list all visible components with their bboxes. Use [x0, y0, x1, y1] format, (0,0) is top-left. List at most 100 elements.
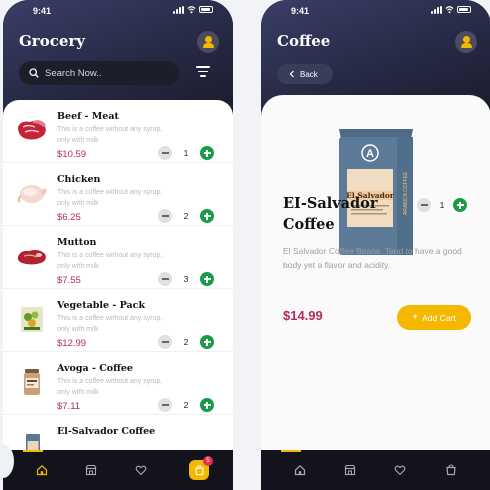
product-detail-screen: 9:41 Coffee Back A El Salvador ARABICA C… — [261, 0, 490, 490]
add-cart-button[interactable]: + Add Cart — [397, 305, 471, 330]
minus-icon[interactable] — [417, 198, 431, 212]
home-icon[interactable] — [36, 464, 48, 476]
minus-icon[interactable] — [158, 398, 172, 412]
list-item[interactable]: El-Salvador Coffee — [3, 415, 233, 450]
quantity-stepper: 3 — [158, 272, 214, 286]
item-price: $10.59 — [57, 149, 87, 160]
search-bar[interactable] — [19, 61, 179, 85]
item-description: This is a coffee without any syrup, only… — [57, 252, 163, 270]
active-tab-indicator — [23, 450, 43, 452]
cart-icon[interactable] — [445, 464, 457, 476]
battery-icon — [457, 6, 471, 13]
product-list: Beef - Meat This is a coffee without any… — [3, 100, 233, 450]
signal-icon — [173, 5, 184, 14]
mutton-image — [17, 250, 46, 265]
back-button[interactable]: Back — [277, 64, 333, 84]
status-bar: 9:41 — [261, 0, 490, 22]
chicken-image — [17, 185, 47, 203]
store-icon[interactable] — [344, 464, 356, 476]
bag-side-text: ARABICA COFFEE — [403, 171, 409, 215]
item-name: Mutton — [57, 237, 97, 248]
coffee-bag-image: A El Salvador ARABICA COFFEE — [339, 129, 413, 255]
list-item[interactable]: Beef - Meat This is a coffee without any… — [3, 100, 233, 163]
list-item[interactable]: Avoga - Coffee This is a coffee without … — [3, 352, 233, 415]
item-price: $7.55 — [57, 275, 81, 286]
quantity-stepper: 1 — [417, 198, 467, 212]
battery-icon — [199, 6, 213, 13]
search-icon — [29, 68, 39, 78]
cart-count-badge: 5 — [203, 456, 213, 466]
quantity-stepper: 2 — [158, 209, 214, 223]
bag-logo: A — [366, 148, 374, 160]
vegetable-pack-image — [21, 307, 43, 332]
item-description: This is a coffee without any syrup, only… — [57, 315, 163, 333]
wifi-icon — [445, 6, 454, 14]
bottom-navigation: 5 — [3, 450, 233, 490]
minus-icon[interactable] — [158, 272, 172, 286]
quantity-stepper: 2 — [158, 398, 214, 412]
status-time: 9:41 — [33, 6, 52, 16]
quantity-stepper: 2 — [158, 335, 214, 349]
quantity-stepper: 1 — [158, 146, 214, 160]
plus-icon[interactable] — [453, 198, 467, 212]
quantity-value: 1 — [183, 148, 189, 158]
quantity-value: 2 — [183, 337, 189, 347]
profile-avatar[interactable] — [455, 31, 477, 53]
heart-icon[interactable] — [394, 464, 406, 476]
plus-icon[interactable] — [200, 272, 214, 286]
status-bar: 9:41 — [3, 0, 233, 22]
product-description: El Salvador Coffee Beans. Tend to have a… — [283, 246, 462, 270]
page-title: Grocery — [19, 32, 86, 50]
item-name: Vegetable - Pack — [57, 300, 146, 311]
profile-avatar[interactable] — [197, 31, 219, 53]
quantity-value: 1 — [439, 200, 445, 210]
item-price: $6.25 — [57, 212, 81, 223]
plus-icon[interactable] — [200, 398, 214, 412]
product-name: EI-Salvador Coffee — [283, 195, 378, 233]
back-label: Back — [300, 69, 318, 79]
search-input[interactable] — [45, 67, 165, 79]
coffee-bag-image — [26, 434, 40, 450]
item-name: El-Salvador Coffee — [57, 426, 156, 437]
wifi-icon — [187, 6, 196, 14]
quantity-value: 2 — [183, 211, 189, 221]
minus-icon[interactable] — [158, 335, 172, 349]
minus-icon[interactable] — [158, 146, 172, 160]
item-description: This is a coffee without any syrup, only… — [57, 126, 163, 144]
quantity-value: 3 — [183, 274, 189, 284]
grocery-screen: 9:41 Grocery Beef - Meat This is a coffe… — [3, 0, 233, 490]
status-time: 9:41 — [291, 6, 310, 16]
quantity-value: 2 — [183, 400, 189, 410]
coffee-jar-image — [24, 369, 40, 395]
plus-icon[interactable] — [200, 209, 214, 223]
add-cart-label: Add Cart — [422, 312, 456, 323]
bottom-navigation — [261, 450, 490, 490]
store-icon[interactable] — [85, 464, 97, 476]
item-price: $12.99 — [57, 338, 87, 349]
product-price: $14.99 — [283, 308, 323, 323]
home-icon[interactable] — [294, 464, 306, 476]
item-price: $7.11 — [57, 401, 81, 412]
plus-icon: + — [412, 312, 419, 323]
cart-button[interactable]: 5 — [189, 456, 213, 480]
list-item[interactable]: Vegetable - Pack This is a coffee withou… — [3, 289, 233, 352]
product-detail-card: A El Salvador ARABICA COFFEE EI-Salvador… — [261, 95, 490, 450]
signal-icon — [431, 5, 442, 14]
cart-icon — [194, 464, 204, 475]
list-item[interactable]: Mutton This is a coffee without any syru… — [3, 226, 233, 289]
item-name: Avoga - Coffee — [57, 363, 133, 374]
heart-icon[interactable] — [135, 464, 147, 476]
item-name: Chicken — [57, 174, 101, 185]
beef-image — [18, 120, 46, 140]
item-name: Beef - Meat — [57, 111, 119, 122]
item-description: This is a coffee without any syrup, only… — [57, 189, 163, 207]
active-tab-indicator — [281, 450, 301, 452]
back-chevron-icon — [289, 70, 294, 78]
plus-icon[interactable] — [200, 146, 214, 160]
plus-icon[interactable] — [200, 335, 214, 349]
minus-icon[interactable] — [158, 209, 172, 223]
page-title: Coffee — [277, 32, 331, 50]
filter-icon[interactable] — [196, 66, 210, 78]
item-description: This is a coffee without any syrup, only… — [57, 378, 163, 396]
list-item[interactable]: Chicken This is a coffee without any syr… — [3, 163, 233, 226]
